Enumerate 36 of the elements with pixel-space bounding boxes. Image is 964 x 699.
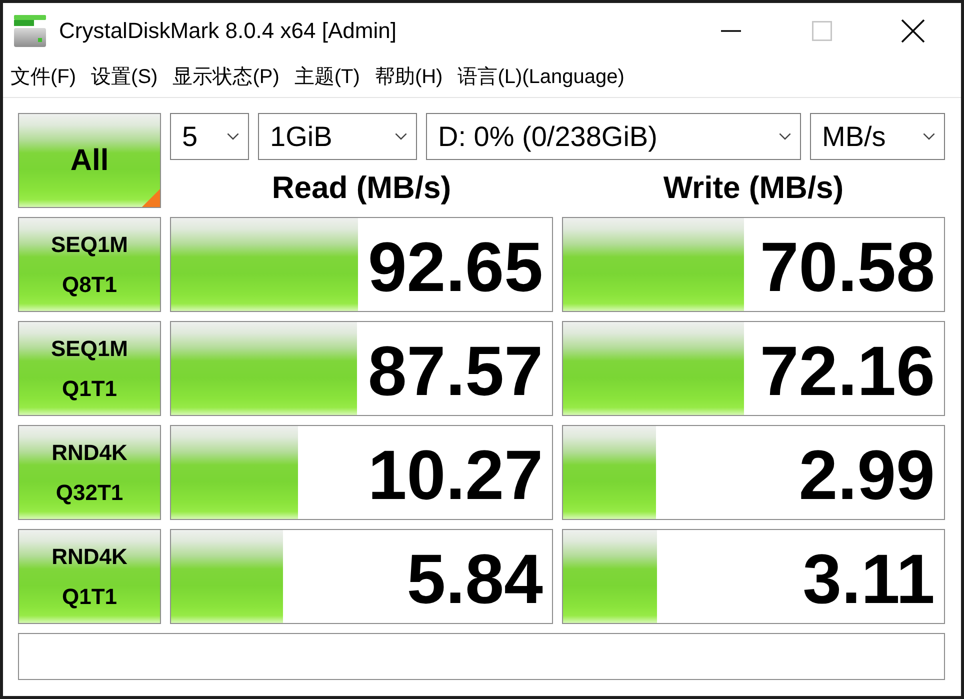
menu-item[interactable]: 帮助(H) — [367, 58, 450, 97]
column-header: Write (MB/s) — [663, 171, 844, 205]
menu-item[interactable]: 设置(S) — [84, 58, 166, 97]
menu-item[interactable]: 文件(F) — [3, 58, 84, 97]
chevron-down-icon — [779, 133, 791, 140]
menu-item[interactable]: 主题(T) — [286, 58, 368, 97]
window-title: CrystalDiskMark 8.0.4 x64 [Admin] — [59, 18, 398, 44]
result-value: 2.99 — [798, 440, 935, 510]
test-button[interactable]: RND4K Q32T1 — [18, 425, 161, 520]
column-header: Read (MB/s) — [272, 171, 452, 205]
result-value: 92.65 — [368, 232, 543, 302]
result-value: 72.16 — [760, 336, 935, 406]
drive-dropdown[interactable]: D: 0% (0/238GiB) — [426, 113, 801, 160]
hard-drive-icon — [14, 14, 46, 46]
result-value: 3.11 — [802, 544, 935, 614]
menu-item[interactable]: 显示状态(P) — [165, 58, 287, 97]
all-button[interactable]: All — [18, 113, 161, 208]
comment-field[interactable] — [18, 633, 945, 680]
menu-item[interactable]: 语言(L)(Language) — [450, 58, 632, 97]
result-value: 5.84 — [406, 544, 543, 614]
minimize-icon — [720, 30, 740, 32]
test-button[interactable]: SEQ1M Q1T1 — [18, 321, 161, 416]
result-value: 87.57 — [368, 336, 543, 406]
maximize-icon — [812, 20, 832, 40]
test-button[interactable]: SEQ1M Q8T1 — [18, 217, 161, 312]
chevron-down-icon — [923, 133, 935, 140]
result-value: 70.58 — [760, 232, 935, 302]
close-icon — [900, 18, 924, 42]
runs-dropdown[interactable]: 5 — [170, 113, 249, 160]
chevron-down-icon — [227, 133, 239, 140]
result-value: 10.27 — [368, 440, 543, 510]
chevron-down-icon — [395, 133, 407, 140]
size-dropdown[interactable]: 1GiB — [258, 113, 417, 160]
unit-dropdown[interactable]: MB/s — [810, 113, 945, 160]
test-button[interactable]: RND4K Q1T1 — [18, 529, 161, 624]
corner-triangle-icon — [142, 189, 160, 207]
